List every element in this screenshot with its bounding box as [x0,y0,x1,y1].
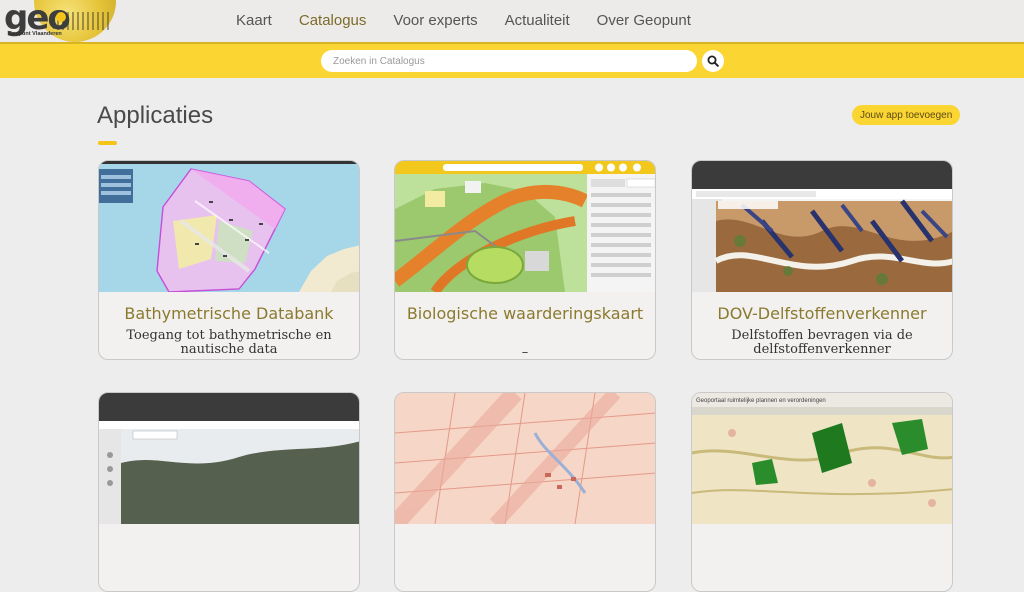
app-card-biologische-waarderingskaart[interactable]: Biologische waarderingskaart – [394,160,656,360]
top-navigation-bar: geo Geopunt Vlaanderen Kaart Catalogus V… [0,0,1024,42]
title-underline [98,141,117,145]
logo-dot [56,12,66,22]
catalog-search-input[interactable] [321,50,697,72]
geopunt-logo[interactable]: geo Geopunt Vlaanderen [0,0,116,42]
app-card-bathymetrische-databank[interactable]: Bathymetrische Databank Toegang tot bath… [98,160,360,360]
app-thumbnail [395,161,655,292]
app-thumbnail: Geoportaal ruimtelijke plannen en verord… [692,393,952,524]
search-icon [707,55,719,67]
app-thumbnail [395,393,655,524]
app-card-5[interactable] [394,392,656,592]
app-thumbnail [99,393,359,524]
nav-item-kaart[interactable]: Kaart [236,12,272,29]
nav-item-actualiteit[interactable]: Actualiteit [505,12,570,29]
main-nav: Kaart Catalogus Voor experts Actualiteit… [236,12,718,29]
app-description: – [521,345,529,360]
add-app-button[interactable]: Jouw app toevoegen [852,105,961,125]
app-description: Toegang tot bathymetrische en nautische … [126,328,332,357]
thumbnail-caption: Geoportaal ruimtelijke plannen en verord… [696,398,826,404]
nav-item-voor-experts[interactable]: Voor experts [393,12,477,29]
app-title: Bathymetrische Databank [124,304,334,323]
search-button[interactable] [702,50,724,72]
app-card-dov-delfstoffenverkenner[interactable]: DOV-Delfstoffenverkenner Delfstoffen bev… [691,160,953,360]
logo-subtitle: Geopunt Vlaanderen [8,31,62,37]
app-thumbnail [692,161,952,292]
app-card-4[interactable] [98,392,360,592]
app-description: Delfstoffen bevragen via de delfstoffenv… [731,328,913,357]
app-title: DOV-Delfstoffenverkenner [717,304,927,323]
app-thumbnail [99,161,359,292]
nav-item-catalogus[interactable]: Catalogus [299,12,367,29]
search-band [0,42,1024,78]
nav-item-over-geopunt[interactable]: Over Geopunt [597,12,691,29]
app-card-6[interactable]: Geoportaal ruimtelijke plannen en verord… [691,392,953,592]
page-title: Applicaties [97,102,214,129]
app-title: Biologische waarderingskaart [406,304,644,323]
